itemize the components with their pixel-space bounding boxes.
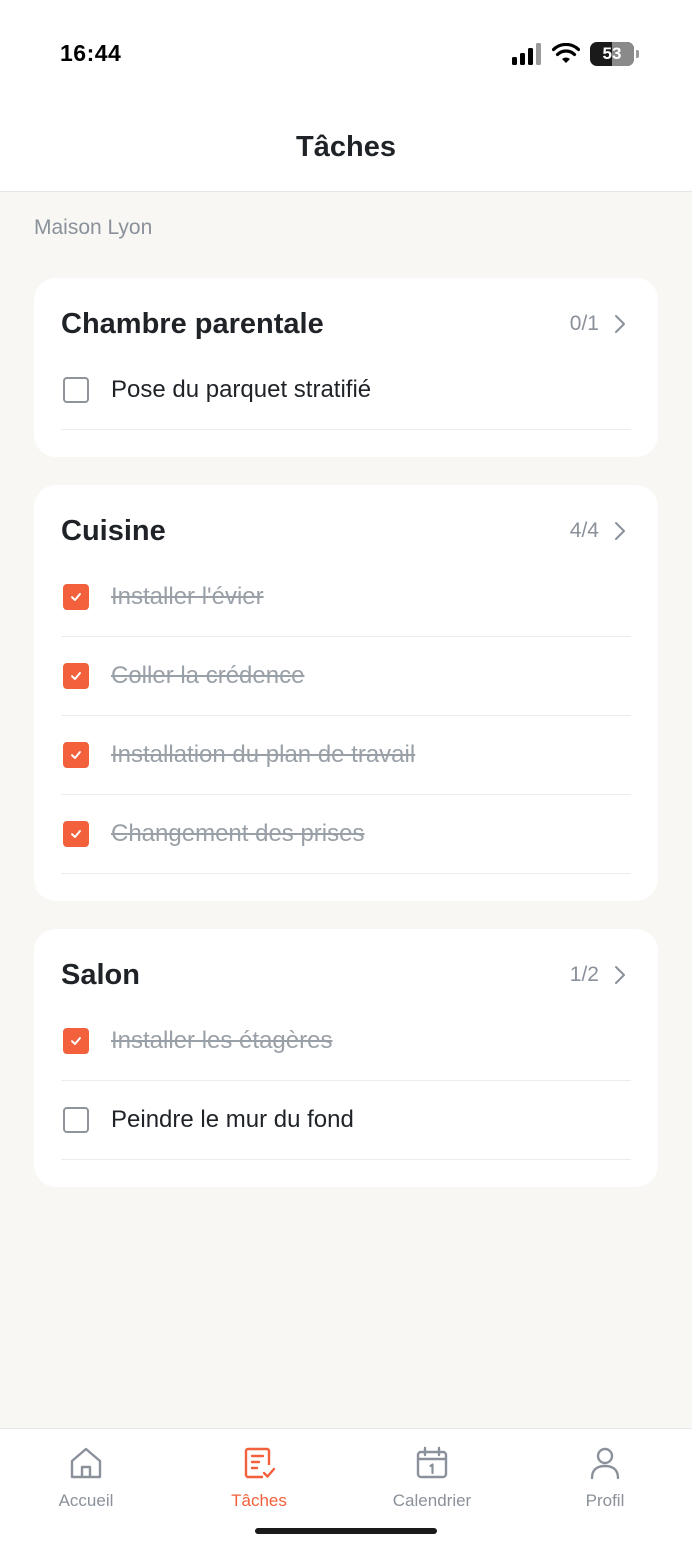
check-icon [71,672,81,680]
room-progress-count: 1/2 [569,963,599,986]
room-title: Salon [61,958,140,991]
room-header[interactable]: Salon 1/2 [61,957,631,993]
chevron-right-icon[interactable] [609,964,631,986]
task-label: Coller la crédence [111,662,305,689]
task-item[interactable]: Pose du parquet stratifié [61,351,631,430]
chevron-right-icon[interactable] [609,313,631,335]
room-progress-count: 4/4 [569,519,599,542]
room-header[interactable]: Chambre parentale 0/1 [61,306,631,342]
status-bar: 16:44 53 [0,0,692,110]
task-checkbox[interactable] [63,742,89,768]
tab-label: Calendrier [392,1491,472,1510]
task-item[interactable]: Installer l'évier [61,558,631,637]
project-label: Maison Lyon [34,216,153,239]
task-item[interactable]: Installer les étagères [61,1002,631,1081]
task-label: Installer l'évier [111,583,264,610]
tab-accueil[interactable]: Accueil [16,1443,156,1511]
task-checkbox[interactable] [63,1107,89,1133]
home-icon [70,1447,102,1479]
check-icon [71,830,81,838]
task-checkbox[interactable] [63,1028,89,1054]
room-card-chambre-parentale: Chambre parentale 0/1 Pose du parquet st… [34,278,658,457]
room-title: Cuisine [61,514,166,547]
tab-label: Profil [585,1491,625,1510]
task-checkbox[interactable] [63,663,89,689]
task-label: Changement des prises [111,820,365,847]
tab-taches[interactable]: Tâches [189,1443,329,1511]
task-label: Peindre le mur du fond [111,1106,354,1133]
tab-label: Accueil [58,1491,114,1510]
tasks-icon [244,1447,276,1479]
tab-calendrier[interactable]: Calendrier [362,1443,502,1511]
task-label: Pose du parquet stratifié [111,376,372,403]
battery-level: 53 [602,44,622,63]
task-label: Installation du plan de travail [111,741,416,768]
room-header[interactable]: Cuisine 4/4 [61,513,631,549]
status-time: 16:44 [60,40,122,66]
task-checkbox[interactable] [63,821,89,847]
page-title: Tâches [296,131,396,163]
status-icons: 53 [512,42,639,66]
task-checkbox[interactable] [63,584,89,610]
check-icon [71,751,81,759]
room-card-salon: Salon 1/2 Installer les étagères Peindre… [34,929,658,1187]
home-indicator [255,1528,437,1534]
task-item[interactable]: Peindre le mur du fond [61,1081,631,1160]
task-label: Installer les étagères [111,1027,333,1054]
room-title: Chambre parentale [61,307,324,340]
task-checkbox[interactable] [63,377,89,403]
profile-icon [590,1447,620,1480]
signal-icon [512,43,541,65]
nav-header: Tâches [0,110,692,192]
calendar-icon [416,1446,448,1479]
task-item[interactable]: Installation du plan de travail [61,716,631,795]
tab-profil[interactable]: Profil [535,1443,675,1511]
check-icon [71,593,81,601]
wifi-icon [552,43,580,63]
check-icon [71,1037,81,1045]
chevron-right-icon[interactable] [609,520,631,542]
task-item[interactable]: Coller la crédence [61,637,631,716]
room-card-cuisine: Cuisine 4/4 Installer l'évier Coller la … [34,485,658,901]
task-item[interactable]: Changement des prises [61,795,631,874]
battery-icon: 53 [590,42,639,66]
tab-label: Tâches [231,1491,287,1510]
room-progress-count: 0/1 [569,312,599,335]
